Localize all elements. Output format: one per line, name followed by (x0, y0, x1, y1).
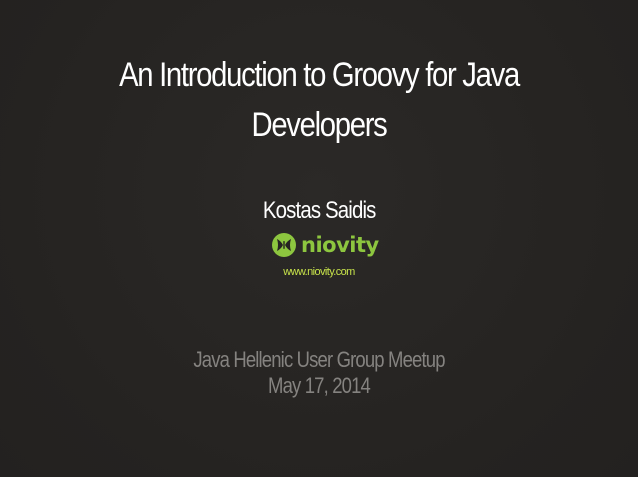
author-name: Kostas Saidis (0, 196, 638, 226)
event-name: Java Hellenic User Group Meetup (193, 347, 445, 372)
slide-title-line-2: Developers (251, 106, 387, 144)
event-date: May 17, 2014 (268, 373, 371, 398)
slide-title-line-1: An Introduction to Groovy for Java (119, 56, 520, 94)
author-name-text: Kostas Saidis (262, 197, 376, 224)
slide-title: An Introduction to Groovy for Java Devel… (62, 50, 576, 150)
butterfly-icon (272, 233, 296, 257)
presentation-slide: An Introduction to Groovy for Java Devel… (0, 0, 638, 477)
company-url: www.niovity.com (283, 266, 355, 278)
event-info: Java Hellenic User Group Meetup May 17, … (0, 347, 638, 399)
company-logo: niovity (271, 231, 381, 259)
company-logo-text: niovity (301, 233, 379, 257)
